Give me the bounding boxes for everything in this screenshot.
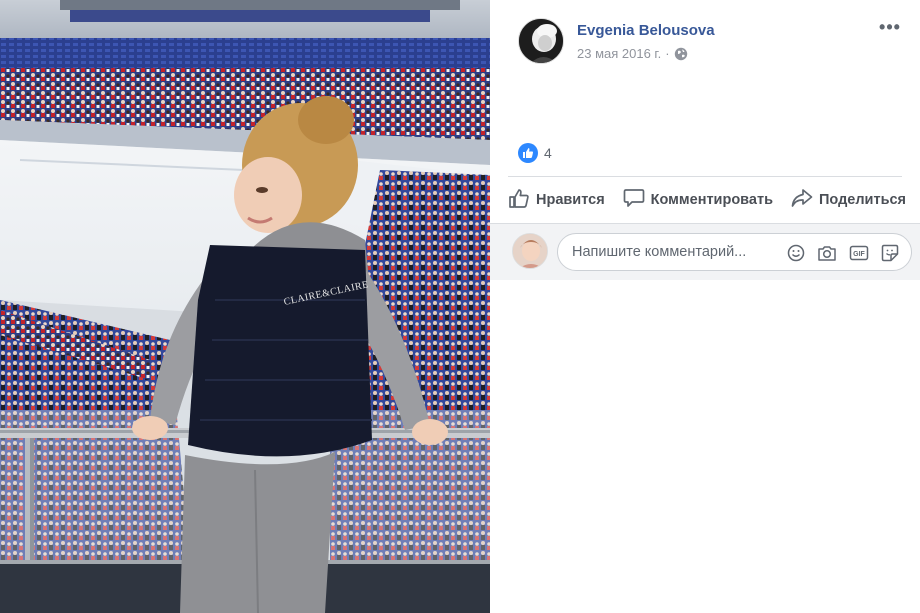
comment-tools: GIF	[787, 234, 899, 272]
more-options-button[interactable]: •••	[878, 18, 902, 40]
like-button[interactable]: Нравится	[508, 188, 605, 212]
comment-placeholder: Напишите комментарий...	[572, 244, 747, 260]
comment-label: Комментировать	[650, 192, 773, 208]
comment-bubble-icon	[623, 188, 645, 212]
reactions-summary[interactable]: 4	[518, 143, 552, 163]
divider	[508, 176, 902, 177]
author-avatar[interactable]	[518, 18, 564, 64]
post-details-panel: Evgenia Belousova 23 мая 2016 г. · ••• 4	[490, 0, 920, 613]
comment-input[interactable]: Напишите комментарий... GIF	[557, 233, 912, 271]
author-name-link[interactable]: Evgenia Belousova	[577, 22, 715, 39]
arena-photo-illustration	[0, 0, 490, 613]
camera-icon[interactable]	[817, 244, 837, 262]
like-label: Нравится	[536, 192, 605, 208]
comment-composer: Напишите комментарий... GIF	[490, 224, 920, 280]
viewer-avatar[interactable]	[512, 233, 548, 269]
globe-icon[interactable]	[674, 47, 688, 61]
sticker-icon[interactable]	[881, 244, 899, 262]
post-actions-bar: Нравится Комментировать Поделиться	[508, 185, 920, 215]
svg-text:GIF: GIF	[853, 251, 865, 258]
meta-separator: ·	[665, 46, 670, 61]
gif-icon[interactable]: GIF	[849, 244, 869, 262]
share-arrow-icon	[791, 188, 813, 212]
thumbs-up-icon	[518, 143, 538, 163]
share-button[interactable]: Поделиться	[791, 188, 906, 212]
comment-button[interactable]: Комментировать	[623, 188, 773, 212]
post-photo[interactable]: CLAIRE&CLAIRE	[0, 0, 490, 613]
emoji-icon[interactable]	[787, 244, 805, 262]
reaction-count: 4	[544, 145, 552, 161]
post-meta: 23 мая 2016 г. ·	[577, 46, 688, 61]
thumbs-up-outline-icon	[508, 188, 530, 212]
post-date[interactable]: 23 мая 2016 г.	[577, 46, 661, 61]
share-label: Поделиться	[818, 192, 907, 208]
